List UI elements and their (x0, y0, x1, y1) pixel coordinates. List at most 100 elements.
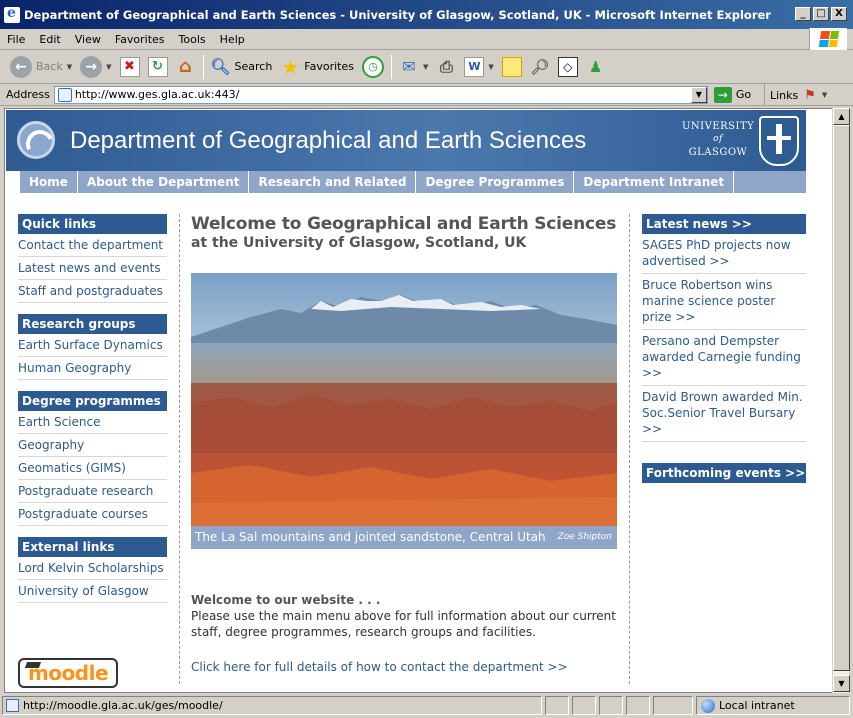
research-button[interactable]: 🔎︎ (526, 53, 554, 81)
link-human-geography[interactable]: Human Geography (18, 357, 167, 380)
messenger-button[interactable]: ♟ (582, 53, 610, 81)
links-extension-icon[interactable]: ⚑ (804, 88, 816, 103)
home-icon: ⌂ (179, 56, 192, 77)
back-dropdown-icon[interactable]: ▼ (67, 63, 72, 71)
search-button[interactable]: 🔍︎ Search (207, 53, 277, 81)
contact-details-link[interactable]: Click here for full details of how to co… (191, 660, 568, 674)
latest-news-heading[interactable]: Latest news >> (642, 214, 806, 234)
refresh-button[interactable]: ↻ (144, 53, 172, 81)
word-icon: W (464, 56, 485, 77)
link-lord-kelvin[interactable]: Lord Kelvin Scholarships (18, 557, 167, 580)
history-button[interactable]: ◷ (358, 53, 388, 81)
external-links-box: External links Lord Kelvin Scholarships … (18, 537, 167, 603)
address-dropdown-icon[interactable]: ▼ (690, 86, 707, 103)
nav-research[interactable]: Research and Related (249, 171, 417, 193)
nav-degree-programmes[interactable]: Degree Programmes (416, 171, 575, 193)
link-contact-department[interactable]: Contact the department (18, 234, 167, 257)
mail-icon: ✉ (402, 57, 416, 76)
graduation-cap-icon (24, 662, 42, 668)
go-arrow-icon: → (713, 86, 732, 103)
site-banner: Department of Geographical and Earth Sci… (6, 110, 806, 171)
link-university-glasgow[interactable]: University of Glasgow (18, 580, 167, 603)
right-sidebar: Latest news >> SAGES PhD projects now ad… (642, 214, 806, 483)
status-cell (599, 696, 623, 715)
research-icon: 🔎︎ (530, 57, 550, 76)
link-staff[interactable]: Staff and postgraduates (18, 280, 167, 303)
address-label: Address (6, 88, 50, 101)
link-postgraduate-research[interactable]: Postgraduate research (18, 480, 167, 503)
intranet-globe-icon (701, 698, 715, 713)
scroll-thumb[interactable] (833, 125, 850, 671)
news-item[interactable]: David Brown awarded Min. Soc.Senior Trav… (642, 388, 806, 442)
print-button[interactable]: ⎙ (432, 53, 460, 81)
news-item[interactable]: SAGES PhD projects now advertised >> (642, 236, 806, 274)
link-earth-science[interactable]: Earth Science (18, 411, 167, 434)
scroll-up-button[interactable]: ▲ (833, 108, 850, 125)
main-nav: Home About the Department Research and R… (20, 171, 806, 193)
university-of: of (713, 134, 723, 144)
menu-favorites[interactable]: Favorites (108, 33, 172, 46)
go-button[interactable]: → Go (713, 86, 751, 103)
university-wordmark[interactable]: UNIVERSITY of GLASGOW (682, 120, 754, 159)
back-button[interactable]: ← Back ▼ (6, 53, 76, 81)
maximize-button[interactable]: □ (813, 7, 829, 21)
forthcoming-events-heading[interactable]: Forthcoming events >> (642, 463, 806, 483)
link-earth-surface-dynamics[interactable]: Earth Surface Dynamics (18, 334, 167, 357)
window-title: Department of Geographical and Earth Sci… (24, 7, 771, 22)
edit-dropdown-icon[interactable]: ▼ (488, 63, 493, 71)
windows-logo-icon (809, 28, 847, 50)
quick-links-heading: Quick links (18, 214, 167, 234)
forward-button[interactable]: → ▼ (76, 53, 115, 81)
scroll-down-button[interactable]: ▼ (833, 675, 850, 692)
refresh-icon: ↻ (147, 56, 168, 77)
welcome-text: Please use the main menu above for full … (191, 609, 616, 639)
mail-dropdown-icon[interactable]: ▼ (423, 63, 428, 71)
source-button[interactable]: ◇ (554, 53, 582, 81)
status-cell (653, 696, 693, 715)
edit-button[interactable]: W ▼ (460, 53, 497, 81)
menu-view[interactable]: View (68, 33, 108, 46)
moodle-logo[interactable]: moodle (18, 658, 118, 688)
close-button[interactable]: X (831, 7, 847, 21)
main-content: Welcome to Geographical and Earth Scienc… (191, 214, 621, 674)
news-item[interactable]: Bruce Robertson wins marine science post… (642, 276, 806, 330)
favorites-button[interactable]: ★ Favorites (276, 53, 358, 81)
research-groups-heading: Research groups (18, 314, 167, 334)
menu-tools[interactable]: Tools (172, 33, 213, 46)
home-button[interactable]: ⌂ (172, 53, 200, 81)
link-postgraduate-courses[interactable]: Postgraduate courses (18, 503, 167, 526)
discuss-button[interactable] (498, 53, 526, 81)
zone-label: Local intranet (719, 699, 795, 712)
links-dropdown-icon[interactable]: ▼ (822, 91, 827, 99)
page-icon (6, 699, 19, 712)
stop-button[interactable]: ✖ (116, 53, 144, 81)
security-zone: Local intranet (696, 696, 850, 715)
printer-icon: ⎙ (439, 56, 453, 76)
forward-dropdown-icon[interactable]: ▼ (106, 63, 111, 71)
department-logo[interactable] (17, 121, 55, 159)
nav-about[interactable]: About the Department (78, 171, 250, 193)
address-field[interactable]: ▼ (53, 85, 708, 104)
code-icon: ◇ (557, 56, 578, 77)
news-item[interactable]: Persano and Dempster awarded Carnegie fu… (642, 332, 806, 386)
mail-button[interactable]: ✉ ▼ (395, 53, 432, 81)
menu-help[interactable]: Help (213, 33, 252, 46)
vertical-scrollbar[interactable]: ▲ ▼ (832, 108, 850, 693)
page-icon (57, 87, 72, 102)
nav-intranet[interactable]: Department Intranet (574, 171, 735, 193)
nav-home[interactable]: Home (20, 171, 78, 193)
window-title-bar[interactable]: Department of Geographical and Earth Sci… (0, 0, 853, 30)
link-geography[interactable]: Geography (18, 434, 167, 457)
link-geomatics[interactable]: Geomatics (GIMS) (18, 457, 167, 480)
links-toolbar[interactable]: Links ⚑ ▼ (764, 84, 827, 106)
menu-file[interactable]: File (0, 33, 32, 46)
link-latest-news[interactable]: Latest news and events (18, 257, 167, 280)
toolbar-separator (202, 54, 204, 79)
address-input[interactable] (74, 88, 675, 101)
minimize-button[interactable]: _ (795, 7, 811, 21)
degree-programmes-box: Degree programmes Earth Science Geograph… (18, 391, 167, 526)
history-icon: ◷ (362, 55, 384, 78)
menu-edit[interactable]: Edit (32, 33, 67, 46)
status-text-area: http://moodle.gla.ac.uk/ges/moodle/ (2, 696, 542, 715)
welcome-title: Welcome to Geographical and Earth Scienc… (191, 214, 617, 234)
